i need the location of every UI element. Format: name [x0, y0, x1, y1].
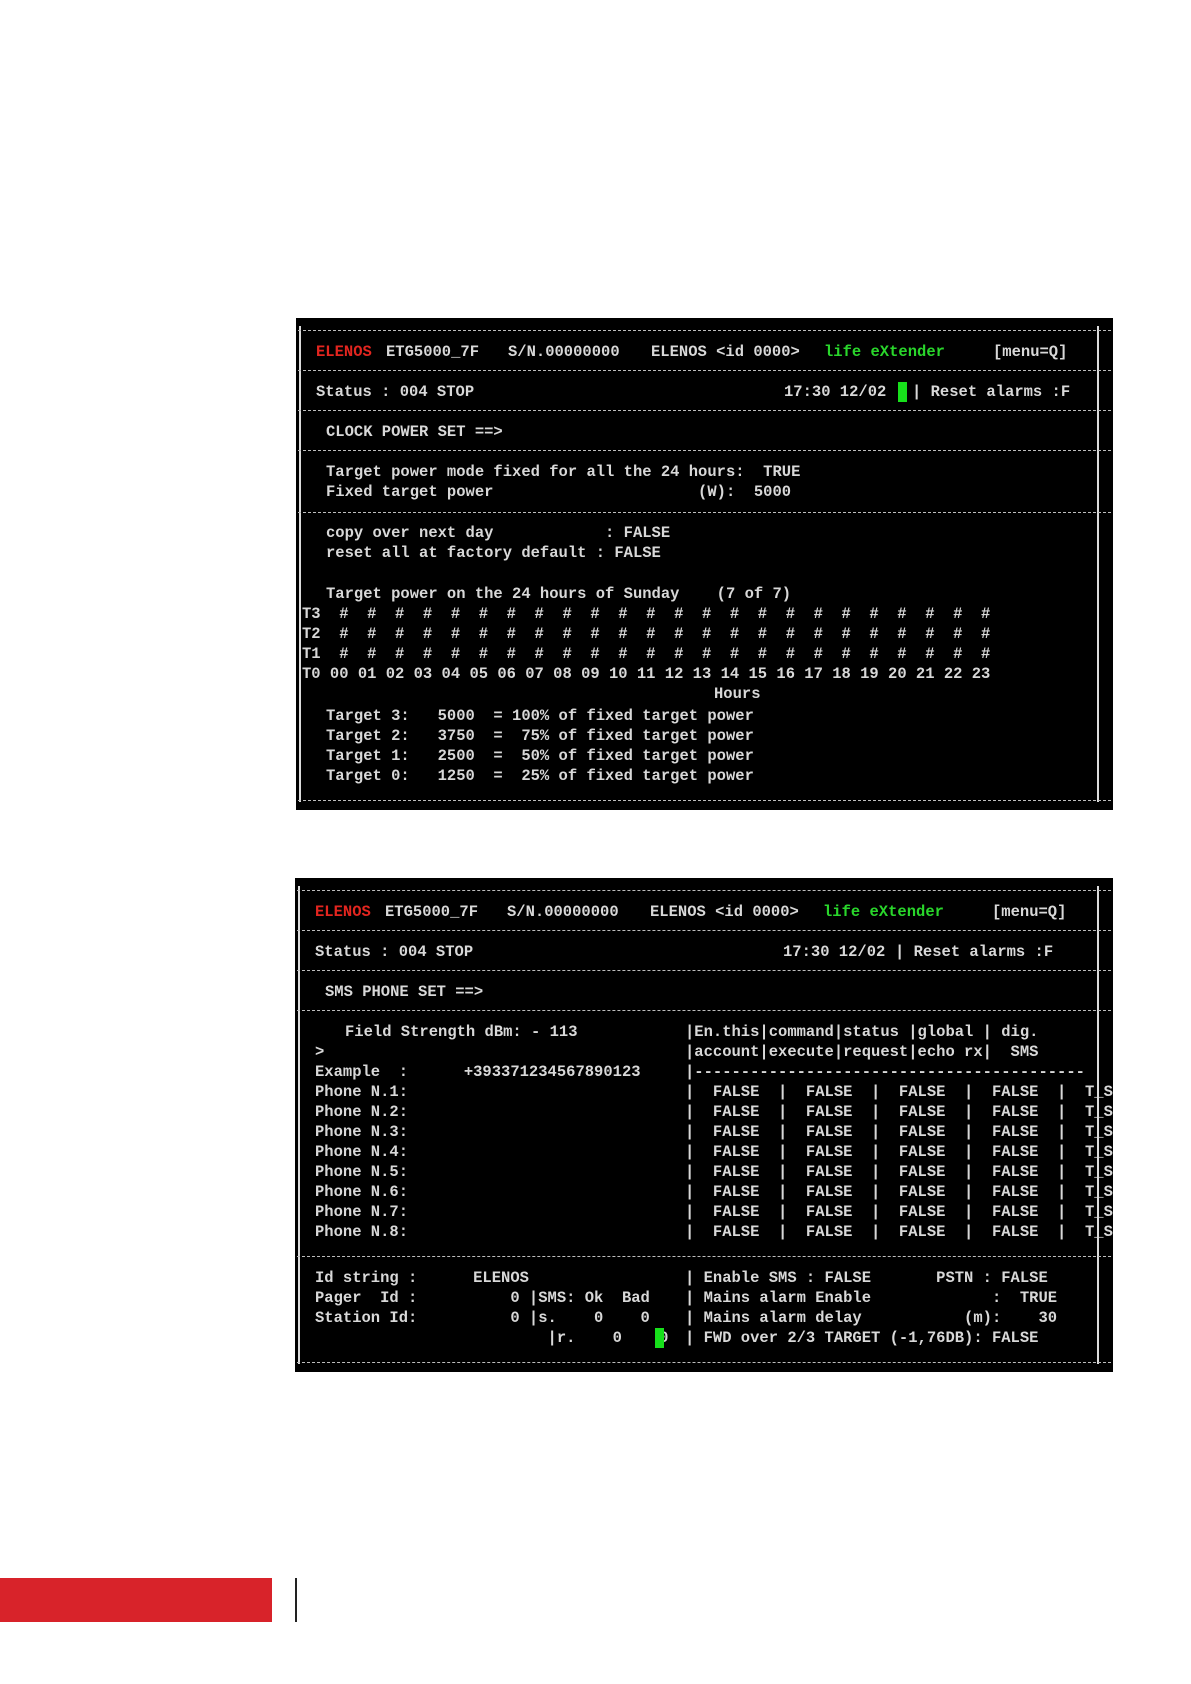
fwd-over-target[interactable]: | FWD over 2/3 TARGET (-1,76DB): FALSE: [685, 1328, 1038, 1348]
hours-axis-label: Hours: [714, 685, 761, 703]
phone-label[interactable]: Phone N.3:: [315, 1122, 408, 1142]
copy-next-day-setting[interactable]: copy over next day : FALSE: [326, 523, 670, 543]
phone-label[interactable]: Phone N.1:: [315, 1082, 408, 1102]
phone-row[interactable]: | FALSE | FALSE | FALSE | FALSE | T_SMS: [685, 1102, 1113, 1122]
divider: [298, 800, 1111, 801]
header-product: life eXtender: [824, 343, 945, 361]
table-header-row-2: |account|execute|request|echo rx| SMS: [685, 1043, 1039, 1061]
target-0-line: Target 0: 1250 = 25% of fixed target pow…: [326, 767, 754, 785]
table-header-row-1: |En.this|command|status |global | dig.: [685, 1023, 1039, 1041]
phone-label[interactable]: Phone N.7:: [315, 1202, 408, 1222]
status-text: Status : 004 STOP: [316, 383, 475, 401]
reset-alarms[interactable]: | Reset alarms :F: [895, 942, 1053, 962]
phone-label[interactable]: Phone N.4:: [315, 1142, 408, 1162]
phone-row[interactable]: | FALSE | FALSE | FALSE | FALSE | T_SMS: [685, 1162, 1113, 1182]
terminal-left-border: [299, 326, 301, 802]
schedule-row-t0: T0 00 01 02 03 04 05 06 07 08 09 10 11 1…: [302, 665, 991, 683]
header-device: ELENOS <id 0000>: [650, 903, 799, 921]
sms-received-counter: |r. 0 0: [315, 1329, 669, 1347]
target-3-line: Target 3: 5000 = 100% of fixed target po…: [326, 707, 754, 725]
phone-row[interactable]: | FALSE | FALSE | FALSE | FALSE | T_SMS: [685, 1182, 1113, 1202]
station-id[interactable]: Station Id: 0 |s. 0 0: [315, 1308, 650, 1328]
phone-label[interactable]: Phone N.5:: [315, 1162, 408, 1182]
target-2-line: Target 2: 3750 = 75% of fixed target pow…: [326, 727, 754, 745]
id-string[interactable]: Id string : ELENOS: [315, 1268, 529, 1288]
status-time: 17:30 12/02: [784, 383, 887, 401]
header-model: ETG5000_7F: [386, 343, 480, 361]
schedule-row-t2: T2 # # # # # # # # # # # # # # # # # # #…: [302, 625, 991, 643]
mains-alarm-delay[interactable]: | Mains alarm delay (m): 30: [685, 1308, 1057, 1328]
divider: [297, 970, 1111, 971]
factory-reset-setting[interactable]: reset all at factory default : FALSE: [326, 543, 661, 563]
schedule-row-t3: T3 # # # # # # # # # # # # # # # # # # #…: [302, 605, 991, 623]
footer-red-bar: [0, 1578, 272, 1622]
divider: [297, 1010, 1111, 1011]
divider: [298, 512, 1111, 513]
fixed-target-power-setting[interactable]: Fixed target power (W): 5000: [326, 482, 791, 502]
cursor-block: [655, 1328, 664, 1348]
menu-hint[interactable]: [menu=Q]: [992, 902, 1066, 922]
menu-hint[interactable]: [menu=Q]: [993, 342, 1067, 362]
section-title: SMS PHONE SET ==>: [325, 983, 484, 1001]
divider: [298, 450, 1111, 451]
footer-divider: [295, 1578, 297, 1622]
phone-label[interactable]: Phone N.8:: [315, 1222, 408, 1242]
pager-id[interactable]: Pager Id : 0 |SMS: Ok Bad: [315, 1288, 650, 1308]
divider: [297, 930, 1111, 931]
header-brand: ELENOS: [315, 903, 371, 921]
phone-row[interactable]: | FALSE | FALSE | FALSE | FALSE | T_SMS: [685, 1222, 1113, 1242]
header-device: ELENOS <id 0000>: [651, 343, 800, 361]
phone-row[interactable]: | FALSE | FALSE | FALSE | FALSE | T_SMS: [685, 1142, 1113, 1162]
divider: [297, 890, 1111, 891]
command-prompt[interactable]: >: [315, 1042, 324, 1062]
terminal-clock-power-set: ELENOS ETG5000_7F S/N.00000000 ELENOS <i…: [296, 318, 1113, 810]
divider: [298, 370, 1111, 371]
cursor-block: [898, 382, 907, 402]
phone-row[interactable]: | FALSE | FALSE | FALSE | FALSE | T_SMS: [685, 1122, 1113, 1142]
target-1-line: Target 1: 2500 = 50% of fixed target pow…: [326, 747, 754, 765]
header-product: life eXtender: [823, 903, 944, 921]
status-time: 17:30 12/02: [783, 943, 886, 961]
enable-sms-setting[interactable]: | Enable SMS : FALSE PSTN : FALSE: [685, 1268, 1048, 1288]
terminal-sms-phone-set: ELENOS ETG5000_7F S/N.00000000 ELENOS <i…: [295, 878, 1113, 1372]
table-rule: |---------------------------------------…: [685, 1063, 1085, 1081]
target-mode-setting[interactable]: Target power mode fixed for all the 24 h…: [326, 462, 800, 482]
terminal-left-border: [298, 886, 300, 1364]
header-serial: S/N.00000000: [507, 903, 619, 921]
phone-label[interactable]: Phone N.6:: [315, 1182, 408, 1202]
header-serial: S/N.00000000: [508, 343, 620, 361]
phone-row[interactable]: | FALSE | FALSE | FALSE | FALSE | T_SMS: [685, 1202, 1113, 1222]
example-number: Example : +393371234567890123: [315, 1063, 641, 1081]
divider: [297, 1362, 1111, 1363]
divider: [298, 330, 1111, 331]
section-title: CLOCK POWER SET ==>: [326, 423, 503, 441]
divider: [297, 1256, 1111, 1257]
schedule-title: Target power on the 24 hours of Sunday (…: [326, 585, 792, 603]
terminal-right-border: [1097, 326, 1099, 802]
mains-alarm-enable[interactable]: | Mains alarm Enable : TRUE: [685, 1288, 1057, 1308]
field-strength: Field Strength dBm: - 113: [345, 1023, 578, 1041]
schedule-row-t1: T1 # # # # # # # # # # # # # # # # # # #…: [302, 645, 991, 663]
header-model: ETG5000_7F: [385, 903, 479, 921]
header-brand: ELENOS: [316, 343, 372, 361]
divider: [298, 410, 1111, 411]
status-text: Status : 004 STOP: [315, 943, 474, 961]
reset-alarms[interactable]: | Reset alarms :F: [912, 382, 1070, 402]
phone-label[interactable]: Phone N.2:: [315, 1102, 408, 1122]
phone-row[interactable]: | FALSE | FALSE | FALSE | FALSE | T_SMS: [685, 1082, 1113, 1102]
